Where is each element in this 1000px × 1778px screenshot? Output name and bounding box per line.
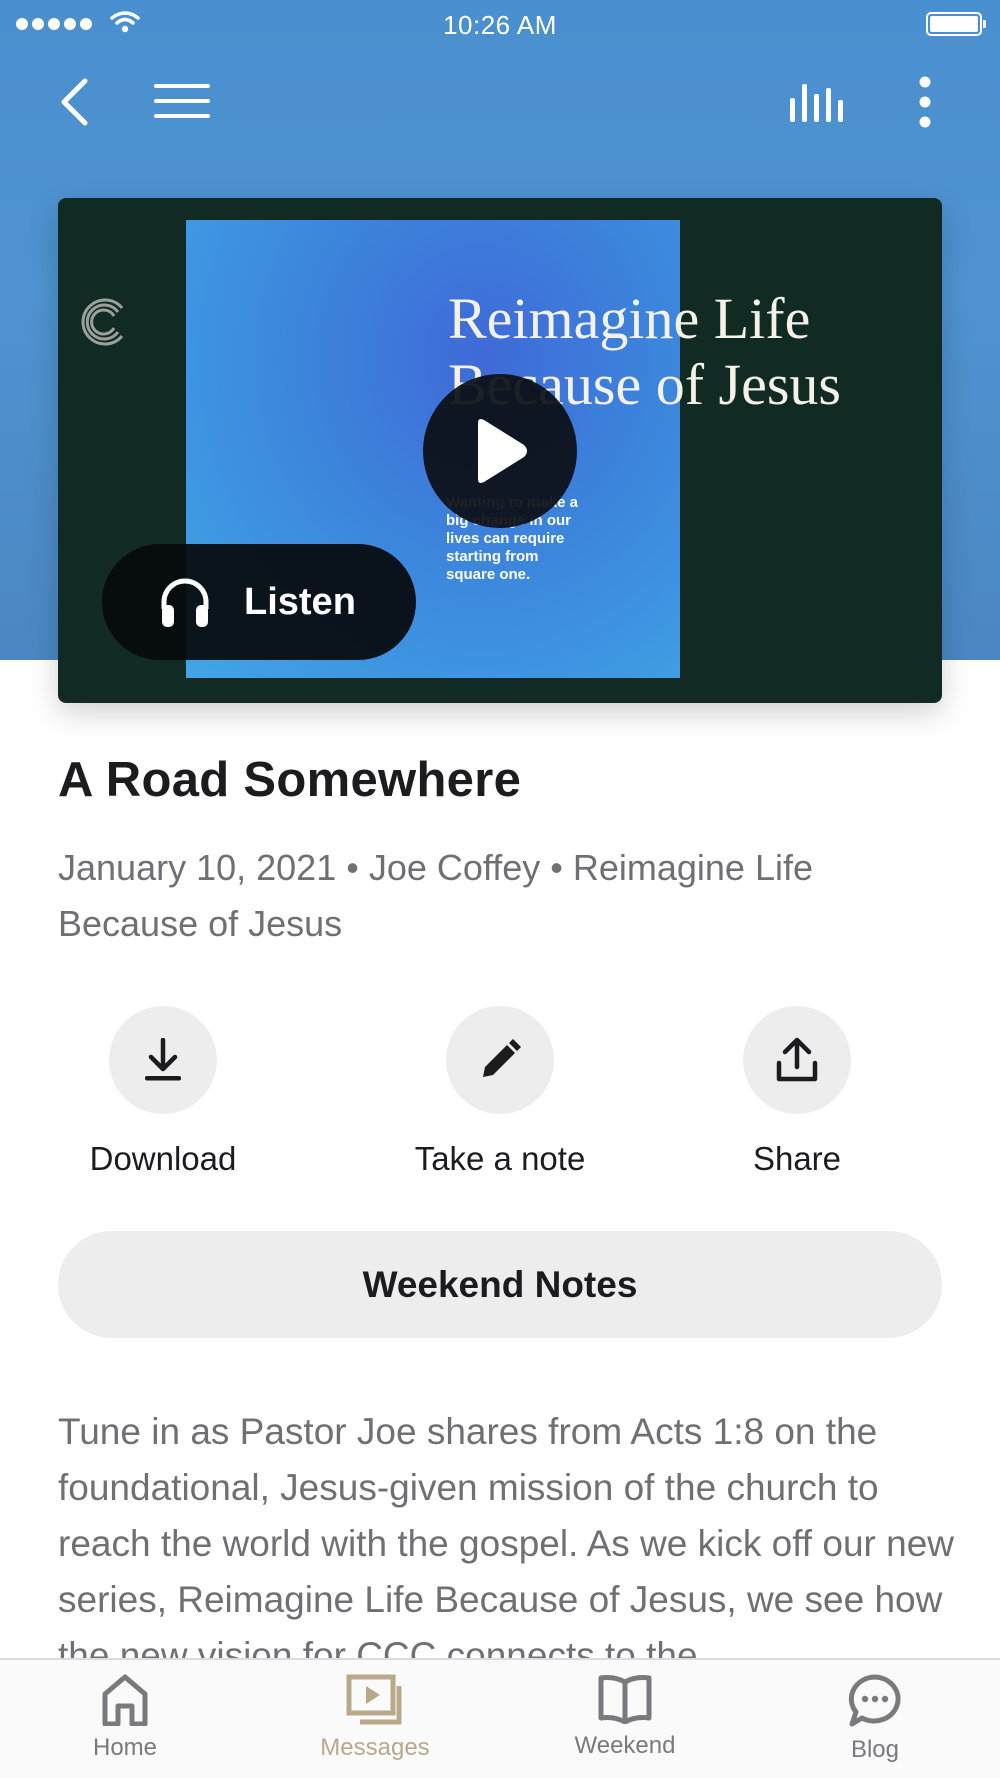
status-time: 10:26 AM (443, 10, 557, 40)
tab-messages-label: Messages (320, 1734, 430, 1761)
action-row: Download Take a note Share (58, 1006, 942, 1186)
tab-home-label: Home (92, 1734, 158, 1761)
take-note-circle[interactable] (446, 1006, 554, 1114)
more-options-button[interactable] (900, 70, 950, 134)
listen-label: Listen (244, 580, 356, 623)
download-button[interactable]: Download (38, 1006, 288, 1178)
share-label: Share (752, 1140, 842, 1177)
take-note-label: Take a note (414, 1140, 586, 1177)
download-icon (145, 1038, 181, 1081)
chevron-left-icon (61, 78, 88, 126)
message-title: A Road Somewhere (58, 753, 522, 807)
tab-blog-label: Blog (850, 1736, 900, 1763)
hamburger-icon (154, 84, 210, 118)
battery-icon (926, 12, 986, 36)
tab-home[interactable]: Home (35, 1660, 215, 1778)
church-logo-icon (81, 298, 124, 346)
status-bar: 10:26 AM (0, 0, 1000, 50)
chat-bubble-icon (848, 1674, 901, 1727)
menu-button[interactable] (148, 78, 216, 124)
weekend-notes-button[interactable]: Weekend Notes (58, 1231, 942, 1338)
audio-levels-button[interactable] (782, 74, 852, 130)
tab-weekend[interactable]: Weekend (535, 1660, 715, 1778)
play-button[interactable] (423, 374, 577, 528)
equalizer-icon (790, 84, 843, 122)
more-vertical-icon (919, 76, 931, 128)
listen-button[interactable]: Listen (102, 544, 416, 660)
media-player-card[interactable]: Reimagine Life Because of Jesus Wanting … (58, 198, 942, 703)
share-icon (776, 1037, 818, 1082)
home-icon (102, 1674, 148, 1726)
back-button[interactable] (48, 72, 100, 132)
tab-messages[interactable]: Messages (285, 1660, 465, 1778)
share-circle[interactable] (743, 1006, 851, 1114)
tab-weekend-label: Weekend (574, 1732, 676, 1759)
tab-blog[interactable]: Blog (785, 1660, 965, 1778)
headphones-icon (161, 578, 209, 627)
take-note-button[interactable]: Take a note (375, 1006, 625, 1178)
book-icon (598, 1675, 652, 1724)
download-circle[interactable] (109, 1006, 217, 1114)
message-description: Tune in as Pastor Joe shares from Acts 1… (58, 1411, 955, 1660)
share-button[interactable]: Share (672, 1006, 922, 1178)
pencil-icon (483, 1039, 521, 1077)
download-label: Download (89, 1140, 237, 1177)
play-icon (478, 419, 527, 483)
message-meta: January 10, 2021 • Joe Coffey • Reimagin… (58, 847, 813, 944)
tab-bar: Home Messages Weekend Blog (0, 1658, 1000, 1778)
video-library-icon (346, 1674, 402, 1725)
